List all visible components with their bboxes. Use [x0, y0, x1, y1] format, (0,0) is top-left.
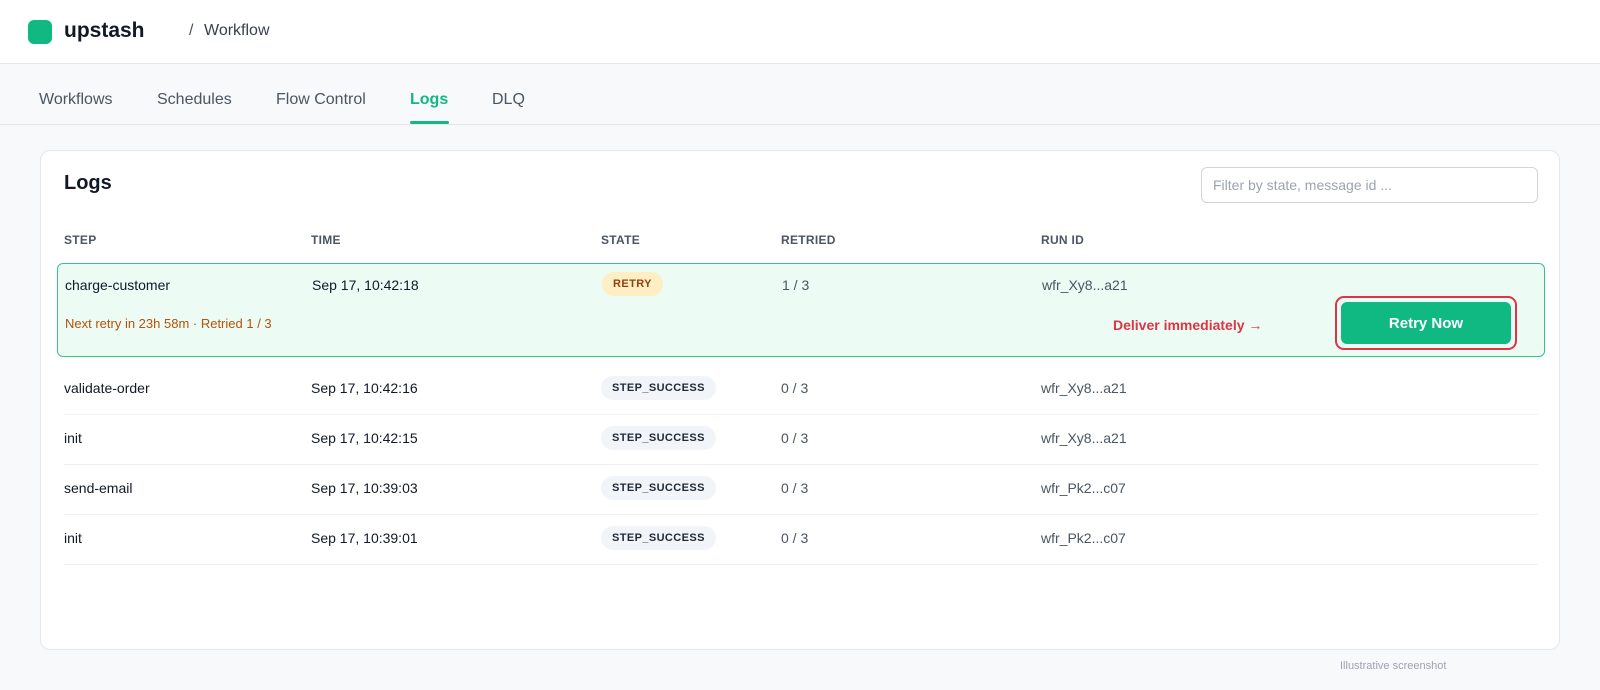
logs-card: Logs STEP TIME STATE RETRIED RUN ID char… — [40, 150, 1560, 650]
column-header-step: STEP — [64, 233, 97, 247]
state-cell: RETRY — [602, 272, 663, 296]
state-badge: STEP_SUCCESS — [601, 426, 716, 450]
step-name: init — [64, 530, 82, 546]
run-id[interactable]: wfr_Pk2...c07 — [1041, 480, 1126, 496]
tab-workflows[interactable]: Workflows — [39, 91, 113, 109]
tab-logs[interactable]: Logs — [410, 91, 448, 109]
active-tab-indicator — [410, 121, 449, 124]
tab-dlq[interactable]: DLQ — [492, 91, 525, 109]
upstash-logo-icon[interactable] — [28, 20, 52, 44]
state-badge: STEP_SUCCESS — [601, 476, 716, 500]
run-id[interactable]: wfr_Xy8...a21 — [1042, 277, 1128, 293]
table-row[interactable]: validate-order Sep 17, 10:42:16 STEP_SUC… — [64, 365, 1538, 415]
deliver-immediately-annotation: Deliver immediately → — [1113, 317, 1263, 333]
run-id[interactable]: wfr_Pk2...c07 — [1041, 530, 1126, 546]
retry-state-badge: RETRY — [602, 272, 663, 296]
column-header-time: TIME — [311, 233, 341, 247]
table-row-retry[interactable]: charge-customer Sep 17, 10:42:18 RETRY 1… — [57, 263, 1545, 357]
state-cell: STEP_SUCCESS — [601, 426, 716, 450]
retry-now-button[interactable]: Retry Now — [1341, 302, 1511, 344]
table-row[interactable]: send-email Sep 17, 10:39:03 STEP_SUCCESS… — [64, 465, 1538, 515]
state-badge: STEP_SUCCESS — [601, 376, 716, 400]
column-header-state: STATE — [601, 233, 641, 247]
step-time: Sep 17, 10:42:16 — [311, 380, 418, 396]
step-name: charge-customer — [65, 277, 171, 293]
step-name: init — [64, 430, 82, 446]
retried-count: 0 / 3 — [781, 480, 809, 496]
tab-schedules[interactable]: Schedules — [157, 91, 232, 109]
state-cell: STEP_SUCCESS — [601, 376, 716, 400]
state-cell: STEP_SUCCESS — [601, 526, 716, 550]
run-id[interactable]: wfr_Xy8...a21 — [1041, 380, 1127, 396]
state-cell: STEP_SUCCESS — [601, 476, 716, 500]
table-row[interactable]: init Sep 17, 10:42:15 STEP_SUCCESS 0 / 3… — [64, 415, 1538, 465]
state-badge: STEP_SUCCESS — [601, 526, 716, 550]
table-row[interactable]: init Sep 17, 10:39:01 STEP_SUCCESS 0 / 3… — [64, 515, 1538, 565]
retried-count: 0 / 3 — [781, 380, 809, 396]
step-name: send-email — [64, 480, 133, 496]
brand-name[interactable]: upstash — [64, 19, 145, 43]
step-time: Sep 17, 10:42:15 — [311, 430, 418, 446]
filter-input[interactable] — [1201, 167, 1538, 203]
retried-count: 0 / 3 — [781, 530, 809, 546]
tab-flow-control[interactable]: Flow Control — [276, 91, 366, 109]
breadcrumb-workflow[interactable]: Workflow — [204, 22, 270, 40]
retried-count: 0 / 3 — [781, 430, 809, 446]
column-header-retried: RETRIED — [781, 233, 836, 247]
next-retry-note: Next retry in 23h 58m · Retried 1 / 3 — [65, 316, 272, 331]
tab-bar: Workflows Schedules Flow Control Logs DL… — [0, 64, 1600, 125]
run-id[interactable]: wfr_Xy8...a21 — [1041, 430, 1127, 446]
logs-title: Logs — [64, 172, 112, 194]
column-header-run-id: RUN ID — [1041, 233, 1085, 247]
retried-count: 1 / 3 — [782, 277, 810, 293]
breadcrumb-separator: / — [189, 22, 194, 39]
step-time: Sep 17, 10:42:18 — [312, 277, 419, 293]
step-time: Sep 17, 10:39:03 — [311, 480, 418, 496]
footnote: Illustrative screenshot — [1340, 660, 1447, 672]
step-time: Sep 17, 10:39:01 — [311, 530, 418, 546]
step-name: validate-order — [64, 380, 150, 396]
top-bar: upstash / Workflow — [0, 0, 1600, 64]
